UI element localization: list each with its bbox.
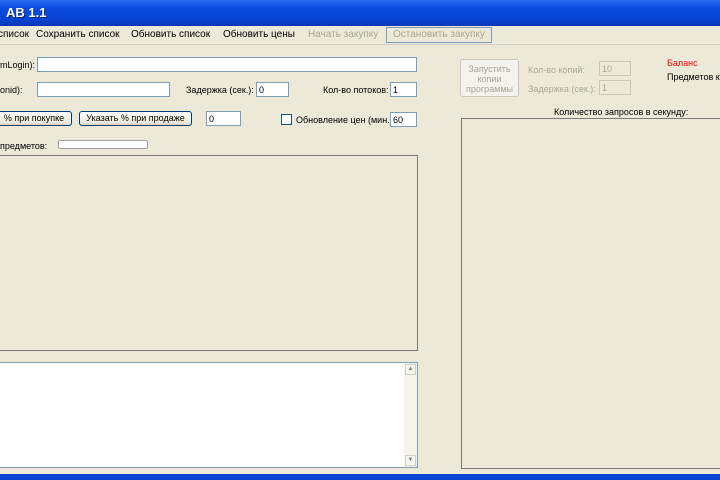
set-buy-percent-button[interactable]: % при покупке xyxy=(0,111,72,126)
rps-chart-panel xyxy=(461,118,720,469)
copies-count-input[interactable] xyxy=(599,61,631,76)
id-input[interactable] xyxy=(37,82,170,97)
window-bottom-border xyxy=(0,474,720,480)
price-update-checkbox[interactable] xyxy=(281,114,292,125)
balance-label: Баланс xyxy=(667,58,698,68)
copies-count-label: Кол-во копий: xyxy=(528,65,585,75)
items-bought-label: Предметов ку xyxy=(667,72,720,82)
login-label: mLogin): xyxy=(0,60,36,70)
price-update-label: Обновление цен (мин.): xyxy=(296,115,396,125)
log-textarea[interactable] xyxy=(0,362,418,468)
scroll-down-icon[interactable]: ▼ xyxy=(405,455,416,466)
login-input[interactable] xyxy=(37,57,417,72)
menu-item-stop-purchase[interactable]: Остановить закупку xyxy=(386,27,492,43)
delay-input[interactable] xyxy=(256,82,289,97)
window-title: AB 1.1 xyxy=(6,5,47,20)
menu-item-save-list[interactable]: Сохранить список xyxy=(36,29,120,40)
threads-label: Кол-во потоков: xyxy=(323,85,389,95)
menu-item-load-list[interactable]: список xyxy=(0,29,29,40)
items-panel[interactable] xyxy=(0,155,418,351)
title-bar[interactable] xyxy=(0,0,720,26)
rps-chart-title: Количество запросов в секунду: xyxy=(554,107,689,117)
price-update-input[interactable] xyxy=(390,112,417,127)
menu-item-update-list[interactable]: Обновить список xyxy=(131,29,210,40)
set-sell-percent-button[interactable]: Указать % при продаже xyxy=(79,111,192,126)
items-progress-bar xyxy=(58,140,148,149)
copies-delay-input[interactable] xyxy=(599,80,631,95)
scroll-up-icon[interactable]: ▲ xyxy=(405,364,416,375)
menu-item-start-purchase[interactable]: Начать закупку xyxy=(308,29,378,40)
menu-item-update-prices[interactable]: Обновить цены xyxy=(223,29,295,40)
percent-input[interactable] xyxy=(206,111,241,126)
items-progress-label: предметов: xyxy=(0,141,48,151)
launch-copies-button[interactable]: Запустить копии программы xyxy=(460,59,519,97)
log-scrollbar[interactable] xyxy=(404,363,417,467)
copies-delay-label: Задержка (сек.): xyxy=(528,84,596,94)
delay-label: Задержка (сек.): xyxy=(186,85,254,95)
threads-input[interactable] xyxy=(390,82,417,97)
id-label: onid): xyxy=(0,85,23,95)
